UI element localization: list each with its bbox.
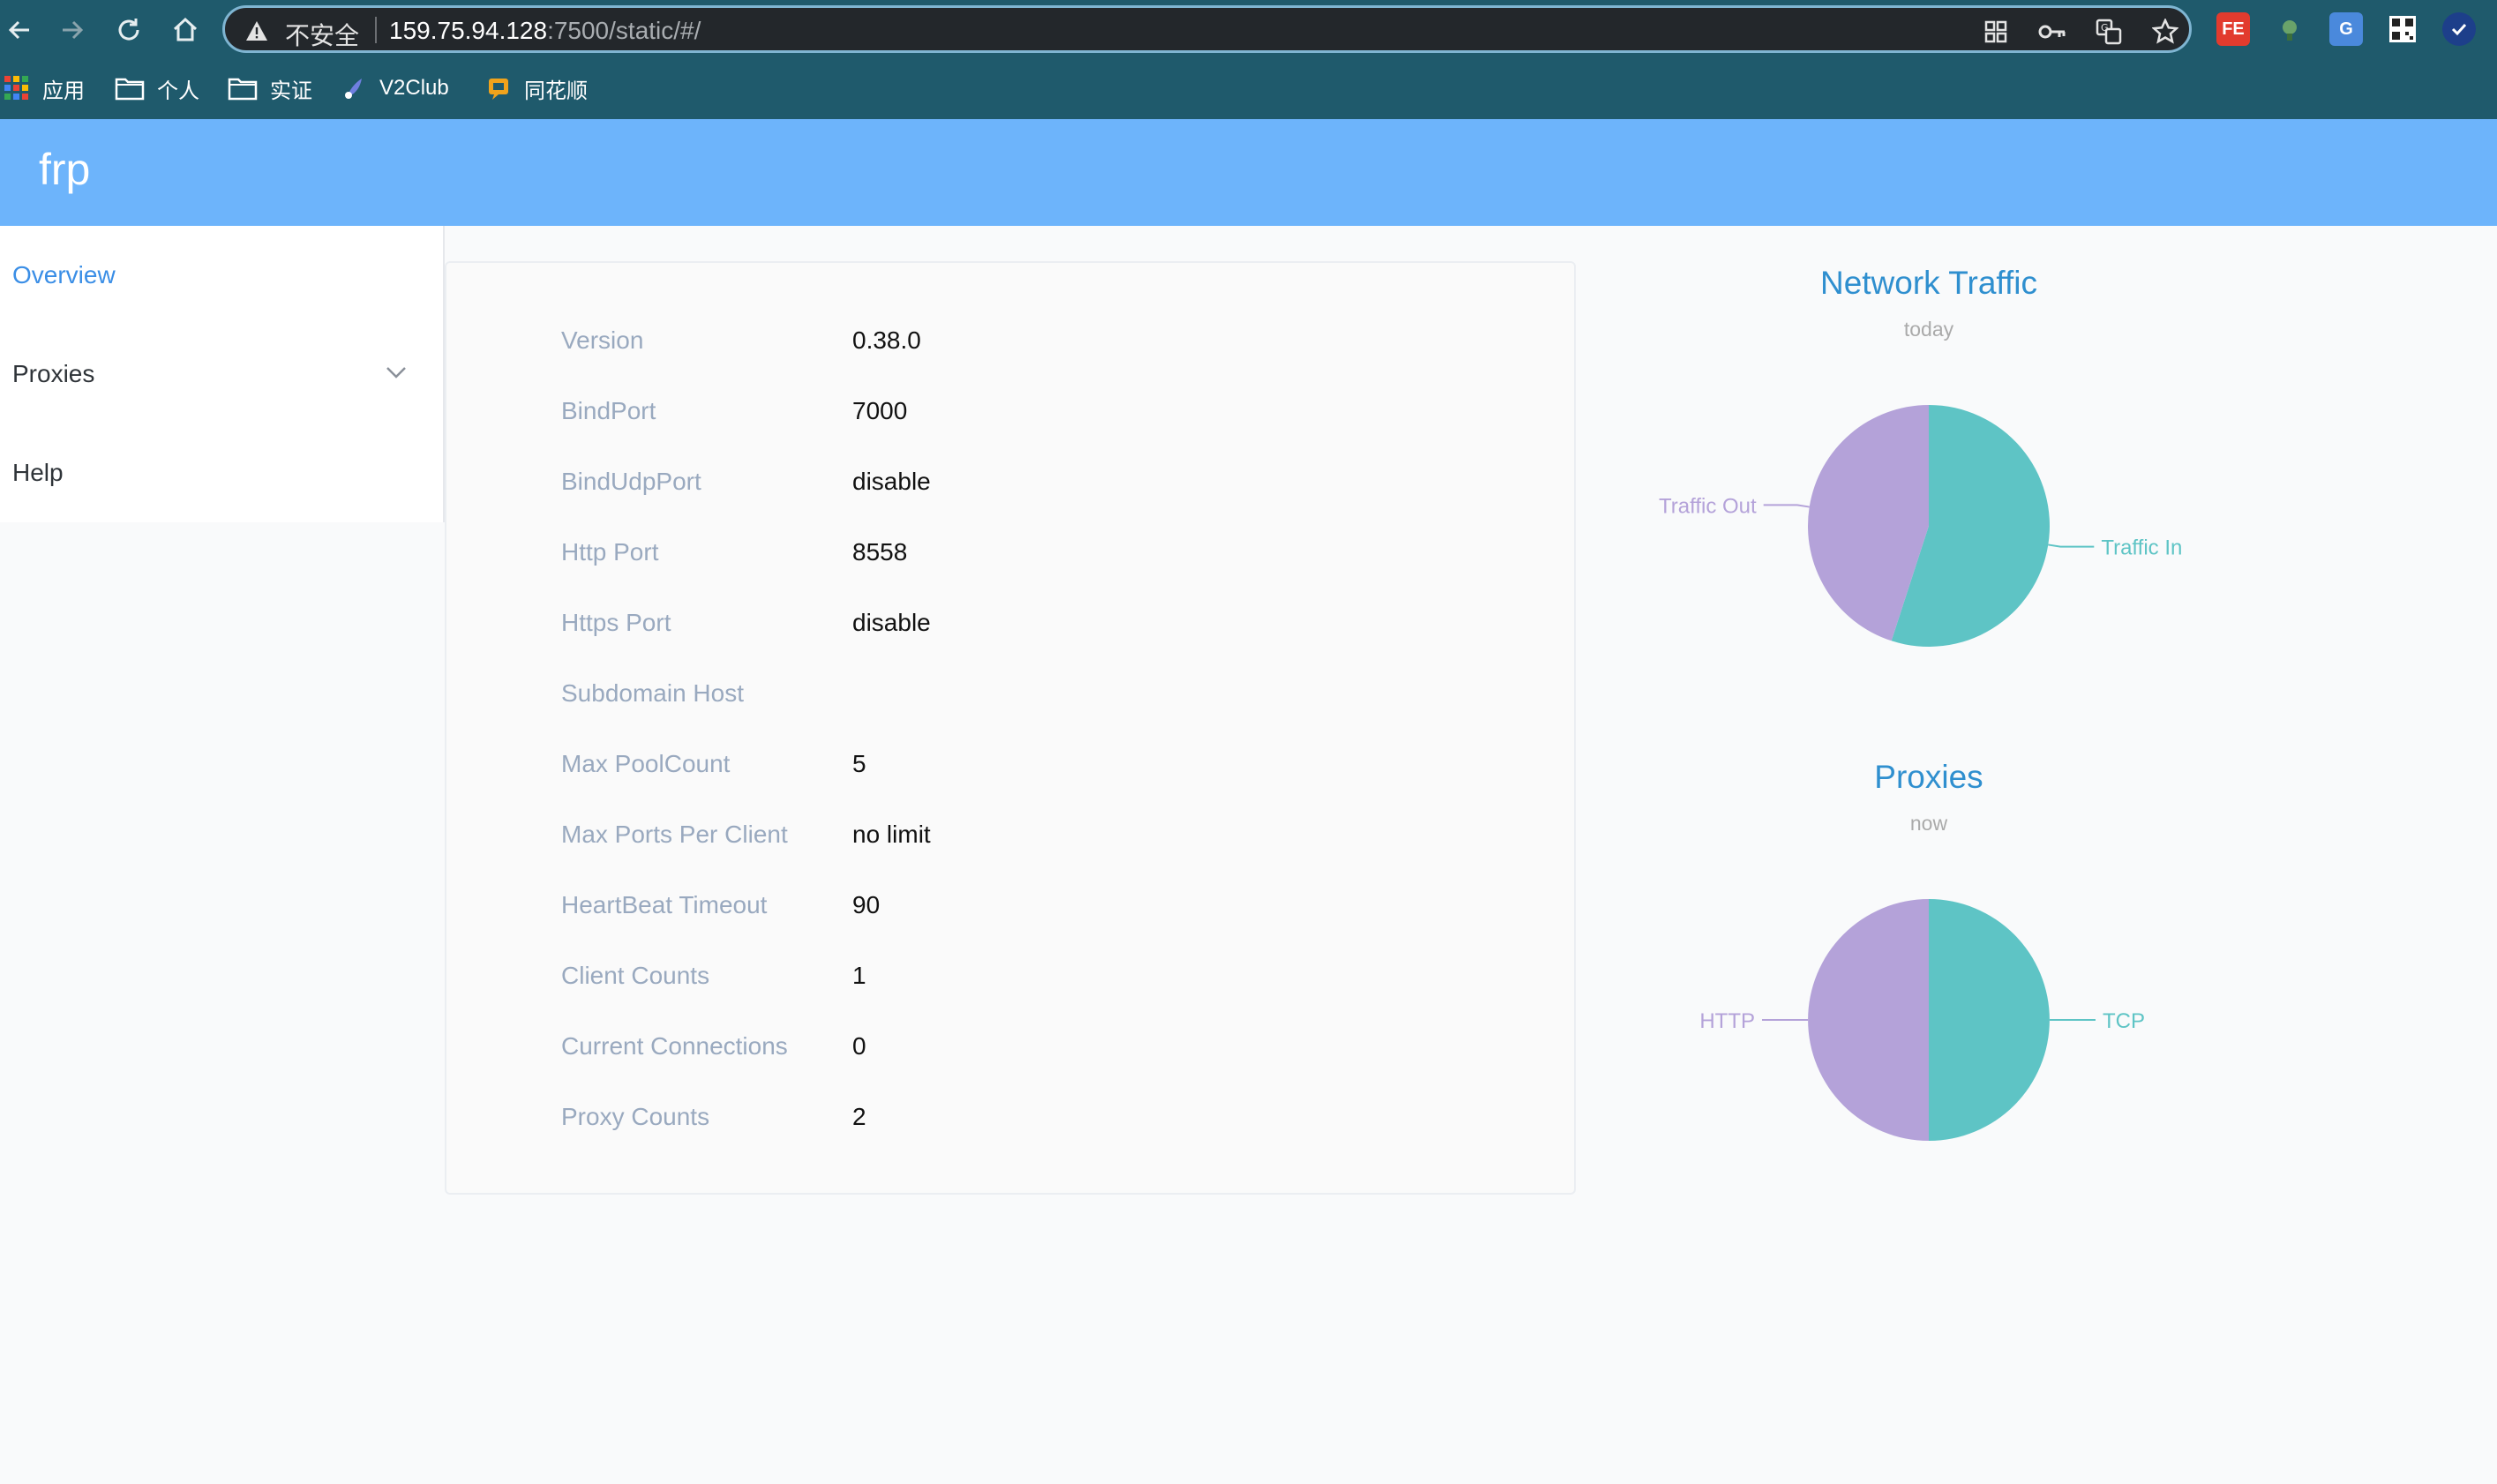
pie-label-line	[1763, 504, 1810, 508]
pie-slice-tcp[interactable]	[1929, 899, 2050, 1141]
charts-layer: Traffic In Traffic Out TCP HTTP	[1659, 405, 2182, 1141]
pie-slice-label: Traffic In	[2101, 536, 2182, 560]
pie-slice-label: HTTP	[1699, 1009, 1755, 1033]
pie-slice-http[interactable]	[1808, 899, 1929, 1141]
pie-slice-label: Traffic Out	[1659, 494, 1757, 518]
pie-label-line	[2048, 543, 2095, 548]
pie-slice-label: TCP	[2103, 1009, 2145, 1033]
